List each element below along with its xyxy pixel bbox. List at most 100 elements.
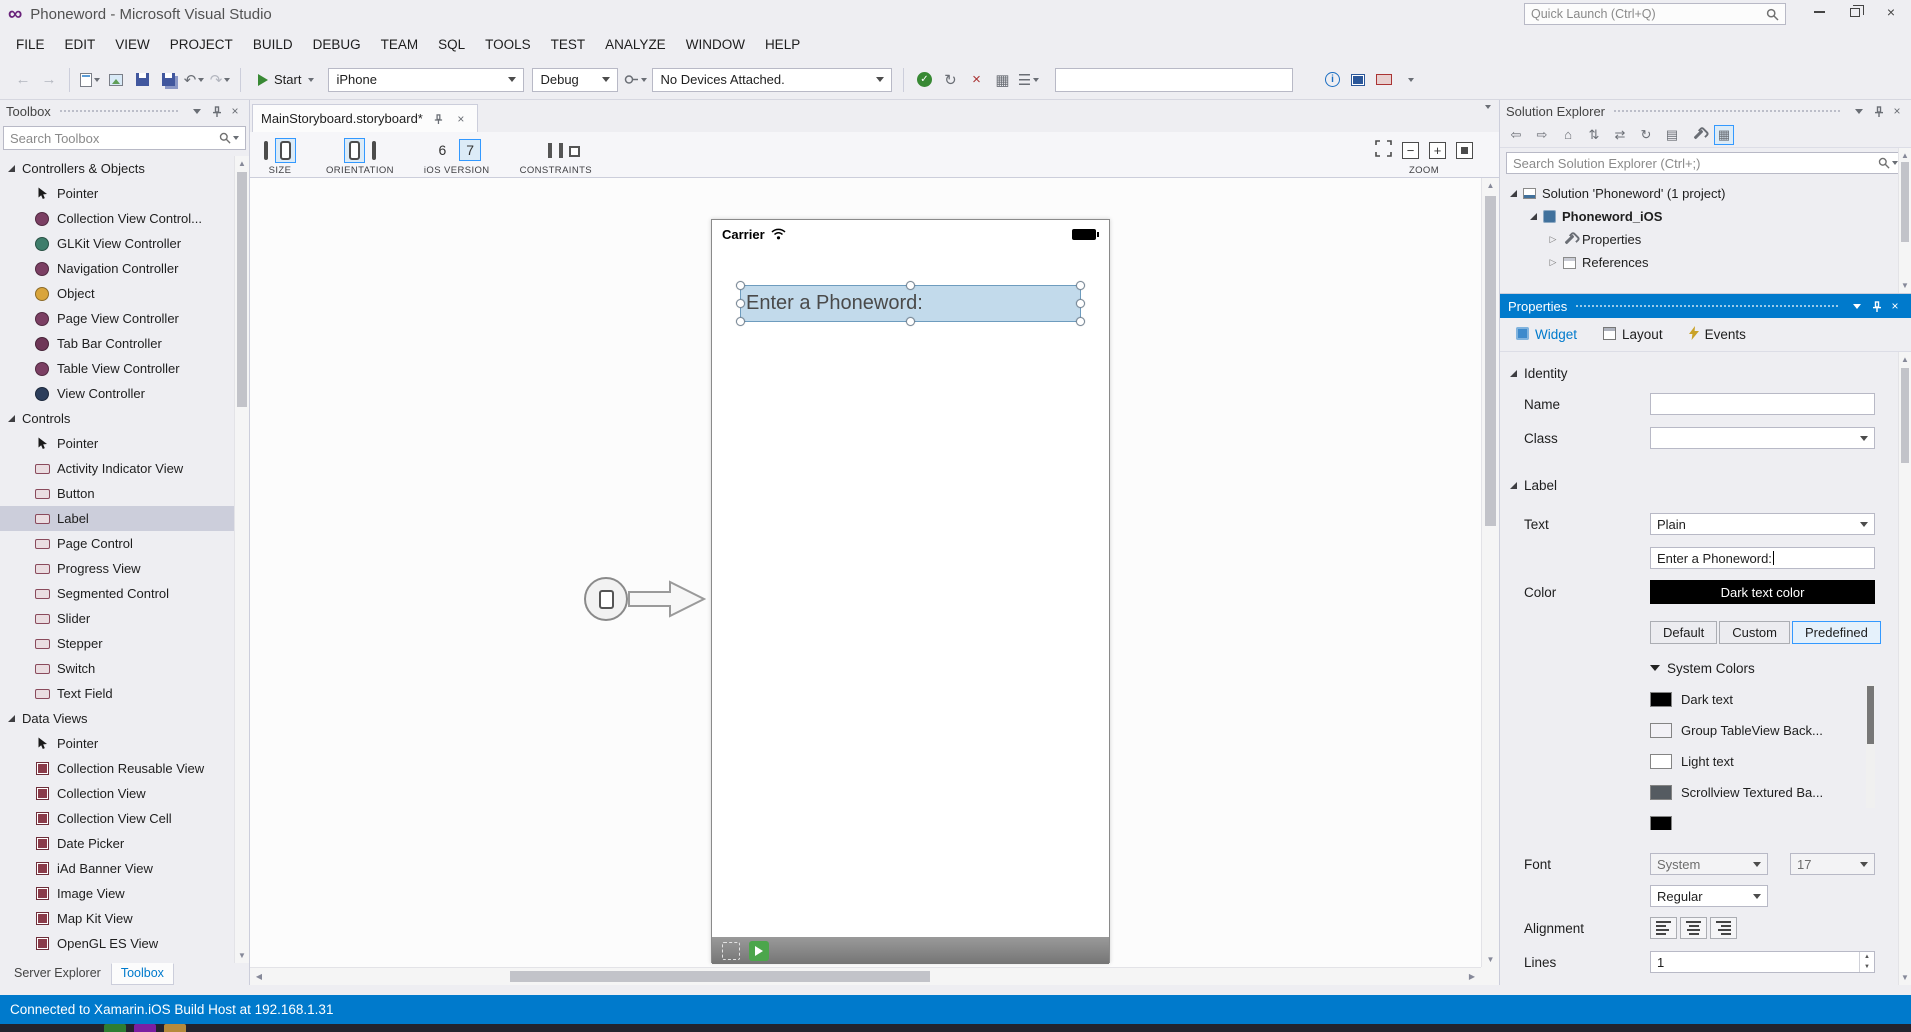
- resize-handle[interactable]: [736, 281, 745, 290]
- close-tab-icon[interactable]: ×: [453, 111, 469, 127]
- menu-item-help[interactable]: HELP: [755, 32, 810, 57]
- switch-views-icon[interactable]: ⇅: [1584, 125, 1604, 145]
- scroll-down-icon[interactable]: ▼: [1482, 952, 1499, 967]
- save-all-icon[interactable]: [156, 67, 180, 93]
- redo-icon[interactable]: ↷: [208, 67, 232, 93]
- toolbox-item-slider[interactable]: Slider: [0, 606, 234, 631]
- align-center-button[interactable]: [1680, 917, 1707, 939]
- resize-handle[interactable]: [1076, 281, 1085, 290]
- scroll-left-icon[interactable]: ◀: [250, 968, 268, 986]
- pin-icon[interactable]: [1870, 103, 1886, 119]
- scroll-thumb[interactable]: [510, 971, 930, 982]
- custom-button[interactable]: Custom: [1719, 621, 1790, 644]
- collapsed-triangle-icon[interactable]: ▷: [1546, 257, 1560, 268]
- system-colors-header[interactable]: System Colors: [1500, 658, 1898, 678]
- size-normal-button[interactable]: [275, 138, 296, 163]
- feedback-icon[interactable]: [1372, 67, 1396, 93]
- scroll-thumb[interactable]: [1485, 196, 1496, 526]
- resize-handle[interactable]: [1076, 299, 1085, 308]
- toolbox-item-table-view-controller[interactable]: Table View Controller: [0, 356, 234, 381]
- save-icon[interactable]: [130, 67, 154, 93]
- size-small-button[interactable]: [264, 143, 268, 158]
- constraints-recalculate-button[interactable]: [559, 143, 563, 158]
- toolbox-item-button[interactable]: Button: [0, 481, 234, 506]
- show-all-files-icon[interactable]: [1688, 125, 1708, 145]
- device-list-combo[interactable]: No Devices Attached.: [652, 68, 892, 92]
- menu-item-sql[interactable]: SQL: [428, 32, 475, 57]
- toolbox-item-iad-banner-view[interactable]: iAd Banner View: [0, 856, 234, 881]
- system-color-dark-text[interactable]: Dark text: [1650, 684, 1875, 715]
- toolbox-item-pointer[interactable]: Pointer: [0, 731, 234, 756]
- menu-item-window[interactable]: WINDOW: [676, 32, 755, 57]
- resize-handle[interactable]: [906, 317, 915, 326]
- scroll-right-icon[interactable]: ▶: [1463, 968, 1481, 986]
- menu-item-build[interactable]: BUILD: [243, 32, 303, 57]
- zoom-in-icon[interactable]: +: [1429, 142, 1446, 159]
- solution-explorer-header[interactable]: Solution Explorer ×: [1500, 100, 1911, 122]
- scroll-down-icon[interactable]: ▼: [1899, 970, 1911, 985]
- font-style-combo[interactable]: Regular: [1650, 885, 1768, 907]
- taskbar-icon[interactable]: [164, 1024, 186, 1032]
- toolbox-item-activity-indicator-view[interactable]: Activity Indicator View: [0, 456, 234, 481]
- canvas-vertical-scrollbar[interactable]: ▲ ▼: [1481, 178, 1499, 967]
- ios-version-6-button[interactable]: 6: [432, 140, 452, 160]
- pin-icon[interactable]: [208, 103, 224, 119]
- toolbox-scrollbar[interactable]: ▲ ▼: [234, 156, 249, 963]
- forward-icon[interactable]: ⇨: [1532, 125, 1552, 145]
- menu-item-tools[interactable]: TOOLS: [475, 32, 541, 57]
- bottom-tab-server-explorer[interactable]: Server Explorer: [4, 963, 111, 985]
- tab-events[interactable]: Events: [1689, 326, 1746, 343]
- scroll-up-icon[interactable]: ▲: [1899, 148, 1911, 163]
- solution-node-properties[interactable]: ▷Properties: [1500, 228, 1898, 251]
- taskbar-icon[interactable]: [134, 1024, 156, 1032]
- new-file-icon[interactable]: [78, 67, 102, 93]
- close-button[interactable]: ×: [1873, 0, 1909, 24]
- ios-version-7-button[interactable]: 7: [459, 139, 481, 161]
- menu-item-team[interactable]: TEAM: [371, 32, 429, 57]
- menu-item-view[interactable]: VIEW: [105, 32, 160, 57]
- class-combo[interactable]: [1650, 427, 1875, 449]
- refresh-icon[interactable]: ↻: [1636, 125, 1656, 145]
- collapse-all-icon[interactable]: ▤: [1662, 125, 1682, 145]
- quick-launch-input[interactable]: Quick Launch (Ctrl+Q): [1524, 3, 1786, 25]
- text-mode-combo[interactable]: Plain: [1650, 513, 1875, 535]
- predefined-button[interactable]: Predefined: [1792, 621, 1881, 644]
- label-section-header[interactable]: Label: [1500, 474, 1898, 496]
- columns-icon[interactable]: ▦: [990, 67, 1014, 93]
- toolbox-item-opengl-es-view[interactable]: OpenGL ES View: [0, 931, 234, 956]
- system-color-group-tableview-back[interactable]: Group TableView Back...: [1650, 715, 1875, 746]
- system-color-light-text[interactable]: Light text: [1650, 746, 1875, 777]
- color-value-button[interactable]: Dark text color: [1650, 580, 1875, 604]
- properties-scrollbar[interactable]: ▲ ▼: [1898, 352, 1911, 985]
- font-size-combo[interactable]: 17: [1790, 853, 1875, 875]
- close-icon[interactable]: ×: [1889, 103, 1905, 119]
- align-right-button[interactable]: [1710, 917, 1737, 939]
- home-icon[interactable]: ⌂: [1558, 125, 1578, 145]
- toolbox-item-collection-view[interactable]: Collection View: [0, 781, 234, 806]
- solution-node-references[interactable]: ▷References: [1500, 251, 1898, 274]
- scroll-up-icon[interactable]: ▲: [235, 156, 249, 171]
- toolbox-group-data-views[interactable]: Data Views: [0, 706, 234, 731]
- first-responder-icon[interactable]: [722, 942, 740, 960]
- selected-label-control[interactable]: Enter a Phoneword:: [740, 285, 1081, 322]
- scroll-up-icon[interactable]: ▲: [1482, 178, 1499, 193]
- toolbox-header[interactable]: Toolbox ×: [0, 100, 249, 122]
- resize-handle[interactable]: [1076, 317, 1085, 326]
- toolbox-item-collection-view-cell[interactable]: Collection View Cell: [0, 806, 234, 831]
- toolbox-item-date-picker[interactable]: Date Picker: [0, 831, 234, 856]
- attach-icon[interactable]: [623, 67, 647, 93]
- toolbox-group-controls[interactable]: Controls: [0, 406, 234, 431]
- extensions-icon[interactable]: [1346, 67, 1370, 93]
- toolbox-item-object[interactable]: Object: [0, 281, 234, 306]
- zoom-out-icon[interactable]: −: [1402, 142, 1419, 159]
- toolbox-item-stepper[interactable]: Stepper: [0, 631, 234, 656]
- expanded-triangle-icon[interactable]: [1526, 213, 1540, 220]
- design-canvas[interactable]: Carrier Enter a Phoneword:: [250, 178, 1481, 967]
- toolbox-item-pointer[interactable]: Pointer: [0, 431, 234, 456]
- menu-item-test[interactable]: TEST: [541, 32, 596, 57]
- system-color-scrollview-textured-ba[interactable]: Scrollview Textured Ba...: [1650, 777, 1875, 808]
- toolbox-item-switch[interactable]: Switch: [0, 656, 234, 681]
- document-list-chevron-icon[interactable]: [1483, 109, 1491, 124]
- properties-window-icon[interactable]: ▦: [1714, 125, 1734, 145]
- scroll-thumb[interactable]: [237, 172, 247, 407]
